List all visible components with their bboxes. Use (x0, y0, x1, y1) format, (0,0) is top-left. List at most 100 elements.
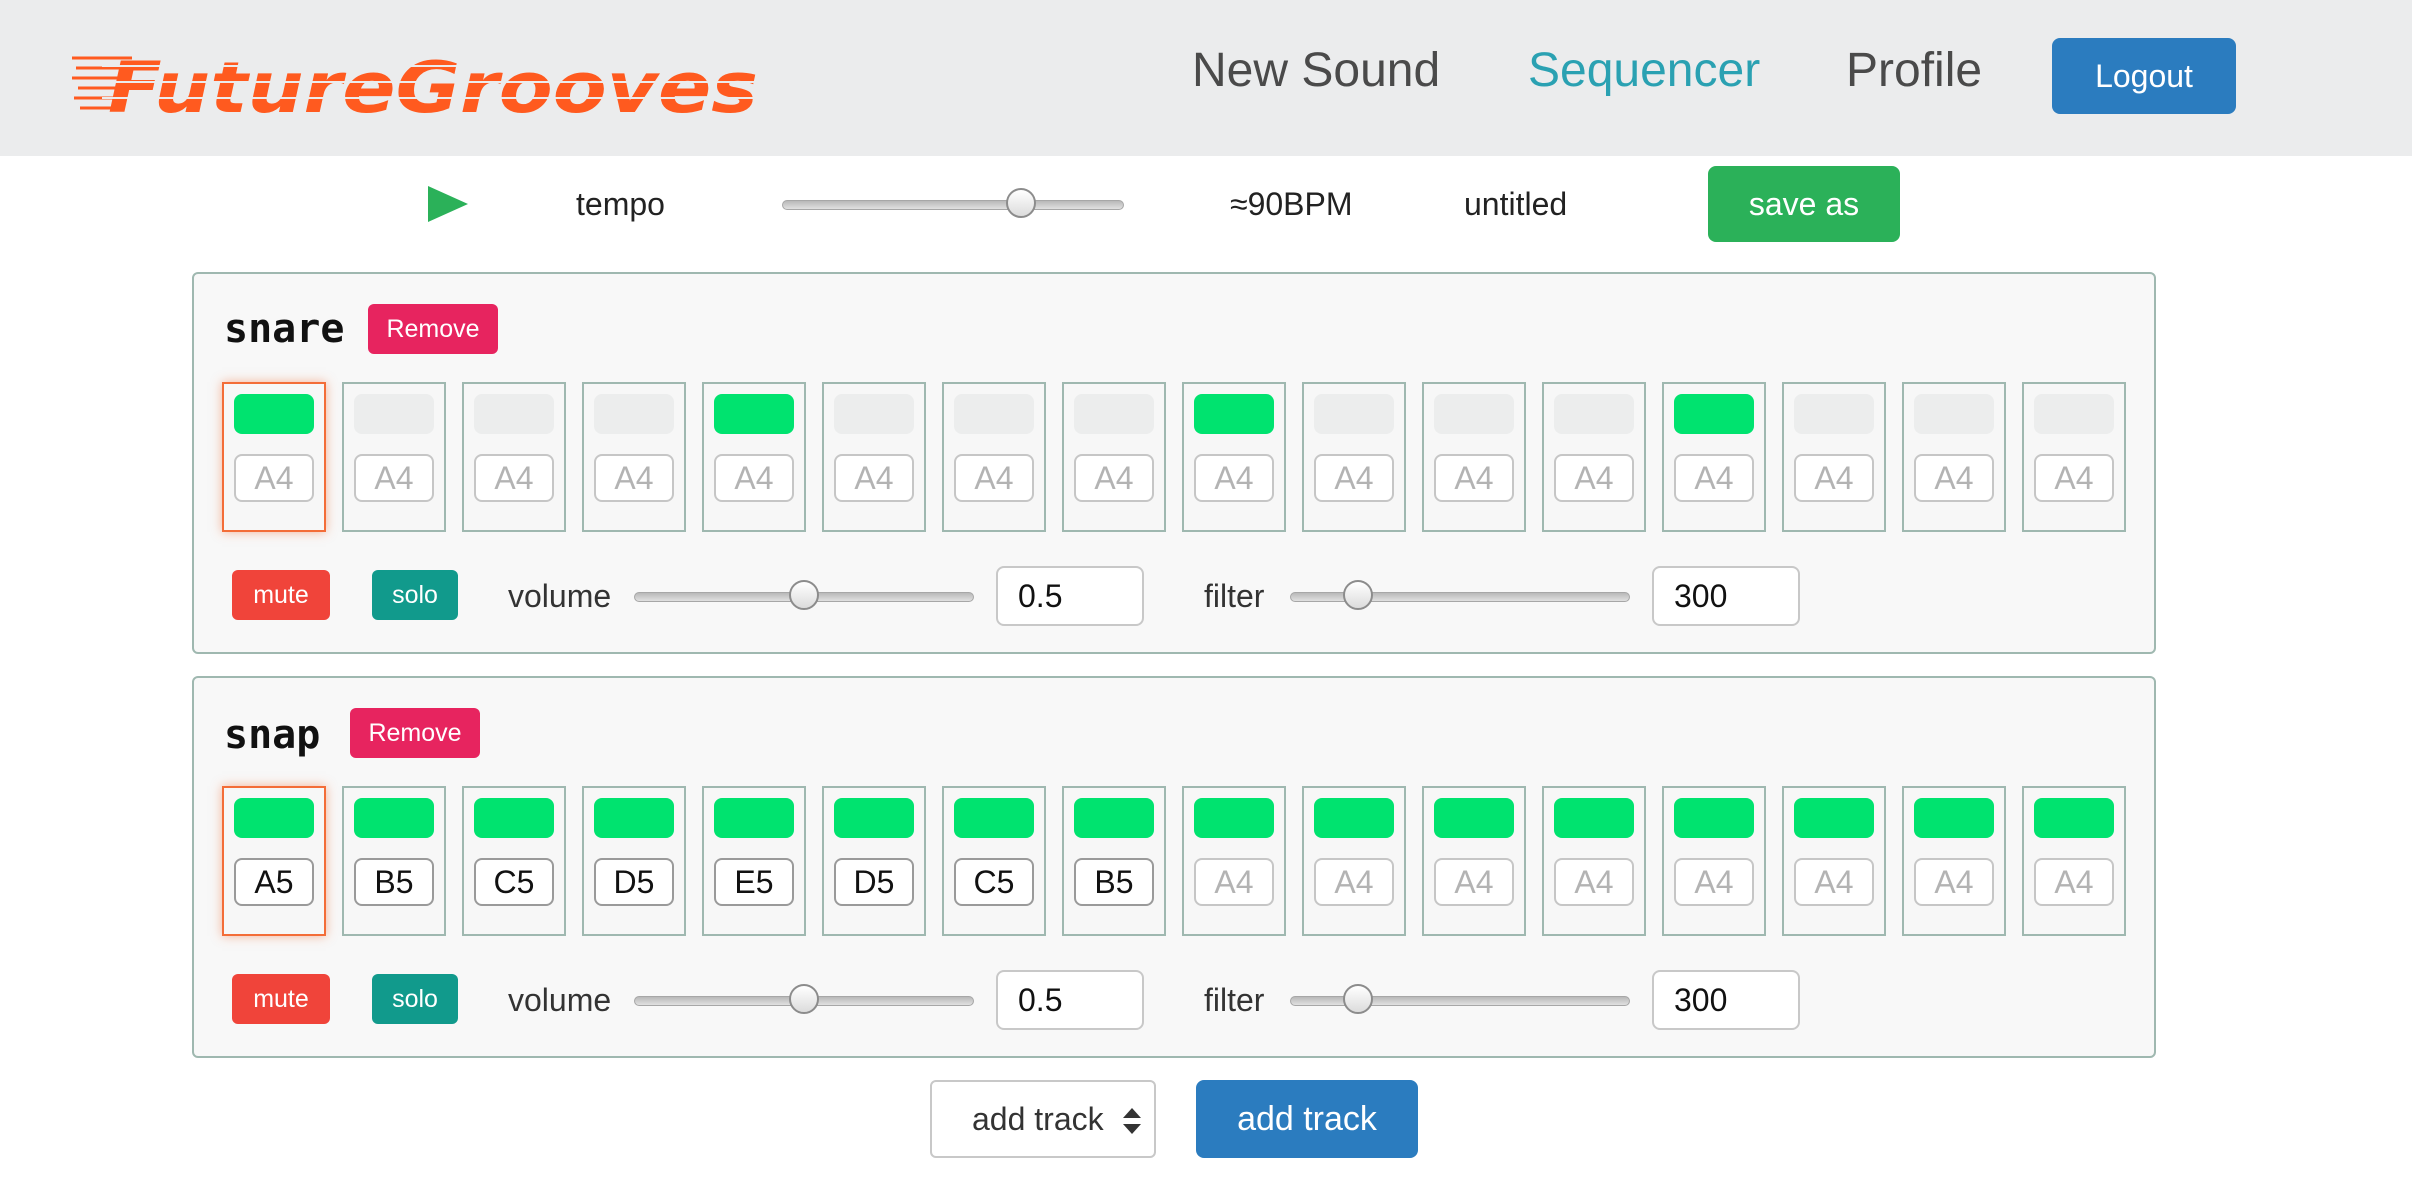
tempo-slider[interactable] (782, 184, 1124, 224)
remove-track-button[interactable]: Remove (350, 708, 480, 758)
volume-slider[interactable] (634, 980, 974, 1020)
track-type-select-value: add track (972, 1101, 1104, 1137)
filter-slider-thumb[interactable] (1343, 984, 1373, 1014)
tempo-slider-thumb[interactable] (1006, 188, 1036, 218)
step-note-input[interactable]: A4 (1554, 454, 1634, 502)
step-note-input[interactable]: A4 (1314, 454, 1394, 502)
futuregrooves-logo[interactable]: FutureGrooves (72, 36, 762, 124)
step-toggle[interactable] (834, 394, 914, 434)
step-toggle[interactable] (1314, 798, 1394, 838)
step-toggle[interactable] (1914, 798, 1994, 838)
step-toggle[interactable] (354, 798, 434, 838)
step-note-input[interactable]: A4 (1674, 454, 1754, 502)
step-note-input[interactable]: A4 (954, 454, 1034, 502)
volume-slider-thumb[interactable] (789, 580, 819, 610)
nav-sequencer[interactable]: Sequencer (1528, 38, 1760, 104)
step-cell: D5 (822, 786, 926, 936)
step-toggle[interactable] (1674, 798, 1754, 838)
step-note-input[interactable]: A4 (1434, 858, 1514, 906)
add-track-button[interactable]: add track (1196, 1080, 1418, 1158)
step-toggle[interactable] (474, 798, 554, 838)
step-cell: A5 (222, 786, 326, 936)
step-note-input[interactable]: C5 (474, 858, 554, 906)
filter-input[interactable]: 300 (1652, 970, 1800, 1030)
step-note-input[interactable]: A4 (1914, 858, 1994, 906)
pattern-name[interactable]: untitled (1464, 184, 1567, 224)
step-cell: A4 (1302, 786, 1406, 936)
step-toggle[interactable] (1434, 798, 1514, 838)
step-toggle[interactable] (594, 798, 674, 838)
step-toggle[interactable] (1554, 394, 1634, 434)
filter-slider[interactable] (1290, 576, 1630, 616)
track-type-select[interactable]: add track (930, 1080, 1156, 1158)
filter-slider-thumb[interactable] (1343, 580, 1373, 610)
step-toggle[interactable] (1074, 394, 1154, 434)
step-note-input[interactable]: A4 (594, 454, 674, 502)
mute-button[interactable]: mute (232, 974, 330, 1024)
step-note-input[interactable]: C5 (954, 858, 1034, 906)
remove-track-button[interactable]: Remove (368, 304, 498, 354)
volume-slider-thumb[interactable] (789, 984, 819, 1014)
step-toggle[interactable] (1674, 394, 1754, 434)
step-toggle[interactable] (1434, 394, 1514, 434)
logout-button[interactable]: Logout (2052, 38, 2236, 114)
nav-profile[interactable]: Profile (1846, 38, 1982, 104)
step-toggle[interactable] (834, 798, 914, 838)
save-as-button[interactable]: save as (1708, 166, 1900, 242)
step-note-input[interactable]: A4 (2034, 454, 2114, 502)
step-note-input[interactable]: B5 (1074, 858, 1154, 906)
filter-slider[interactable] (1290, 980, 1630, 1020)
solo-button[interactable]: solo (372, 570, 458, 620)
step-toggle[interactable] (1794, 394, 1874, 434)
step-toggle[interactable] (1194, 394, 1274, 434)
step-toggle[interactable] (474, 394, 554, 434)
step-note-input[interactable]: A4 (834, 454, 914, 502)
step-toggle[interactable] (1314, 394, 1394, 434)
step-toggle[interactable] (1794, 798, 1874, 838)
solo-button[interactable]: solo (372, 974, 458, 1024)
step-toggle[interactable] (954, 798, 1034, 838)
step-note-input[interactable]: A4 (714, 454, 794, 502)
step-toggle[interactable] (1194, 798, 1274, 838)
step-toggle[interactable] (1554, 798, 1634, 838)
nav-new-sound[interactable]: New Sound (1192, 38, 1440, 104)
step-note-input[interactable]: D5 (834, 858, 914, 906)
step-toggle[interactable] (1074, 798, 1154, 838)
step-note-input[interactable]: A4 (2034, 858, 2114, 906)
step-note-input[interactable]: A4 (1914, 454, 1994, 502)
volume-slider[interactable] (634, 576, 974, 616)
step-toggle[interactable] (1914, 394, 1994, 434)
step-toggle[interactable] (954, 394, 1034, 434)
step-note-input[interactable]: A4 (1194, 858, 1274, 906)
step-toggle[interactable] (2034, 394, 2114, 434)
step-note-input[interactable]: A4 (1554, 858, 1634, 906)
step-toggle[interactable] (354, 394, 434, 434)
step-note-input[interactable]: A4 (1194, 454, 1274, 502)
step-toggle[interactable] (234, 394, 314, 434)
step-note-input[interactable]: A4 (354, 454, 434, 502)
step-note-input[interactable]: A4 (474, 454, 554, 502)
play-button[interactable] (426, 184, 470, 224)
step-note-input[interactable]: A4 (1674, 858, 1754, 906)
volume-input[interactable]: 0.5 (996, 970, 1144, 1030)
step-toggle[interactable] (2034, 798, 2114, 838)
step-cell: A4 (222, 382, 326, 532)
step-note-input[interactable]: A4 (1074, 454, 1154, 502)
step-note-input[interactable]: A4 (1314, 858, 1394, 906)
step-note-input[interactable]: A5 (234, 858, 314, 906)
step-cell: A4 (822, 382, 926, 532)
step-note-input[interactable]: A4 (1794, 858, 1874, 906)
step-note-input[interactable]: B5 (354, 858, 434, 906)
step-toggle[interactable] (594, 394, 674, 434)
volume-input[interactable]: 0.5 (996, 566, 1144, 626)
step-note-input[interactable]: A4 (1794, 454, 1874, 502)
mute-button[interactable]: mute (232, 570, 330, 620)
step-note-input[interactable]: D5 (594, 858, 674, 906)
filter-input[interactable]: 300 (1652, 566, 1800, 626)
step-note-input[interactable]: A4 (234, 454, 314, 502)
step-toggle[interactable] (714, 798, 794, 838)
step-toggle[interactable] (714, 394, 794, 434)
step-note-input[interactable]: E5 (714, 858, 794, 906)
step-note-input[interactable]: A4 (1434, 454, 1514, 502)
step-toggle[interactable] (234, 798, 314, 838)
